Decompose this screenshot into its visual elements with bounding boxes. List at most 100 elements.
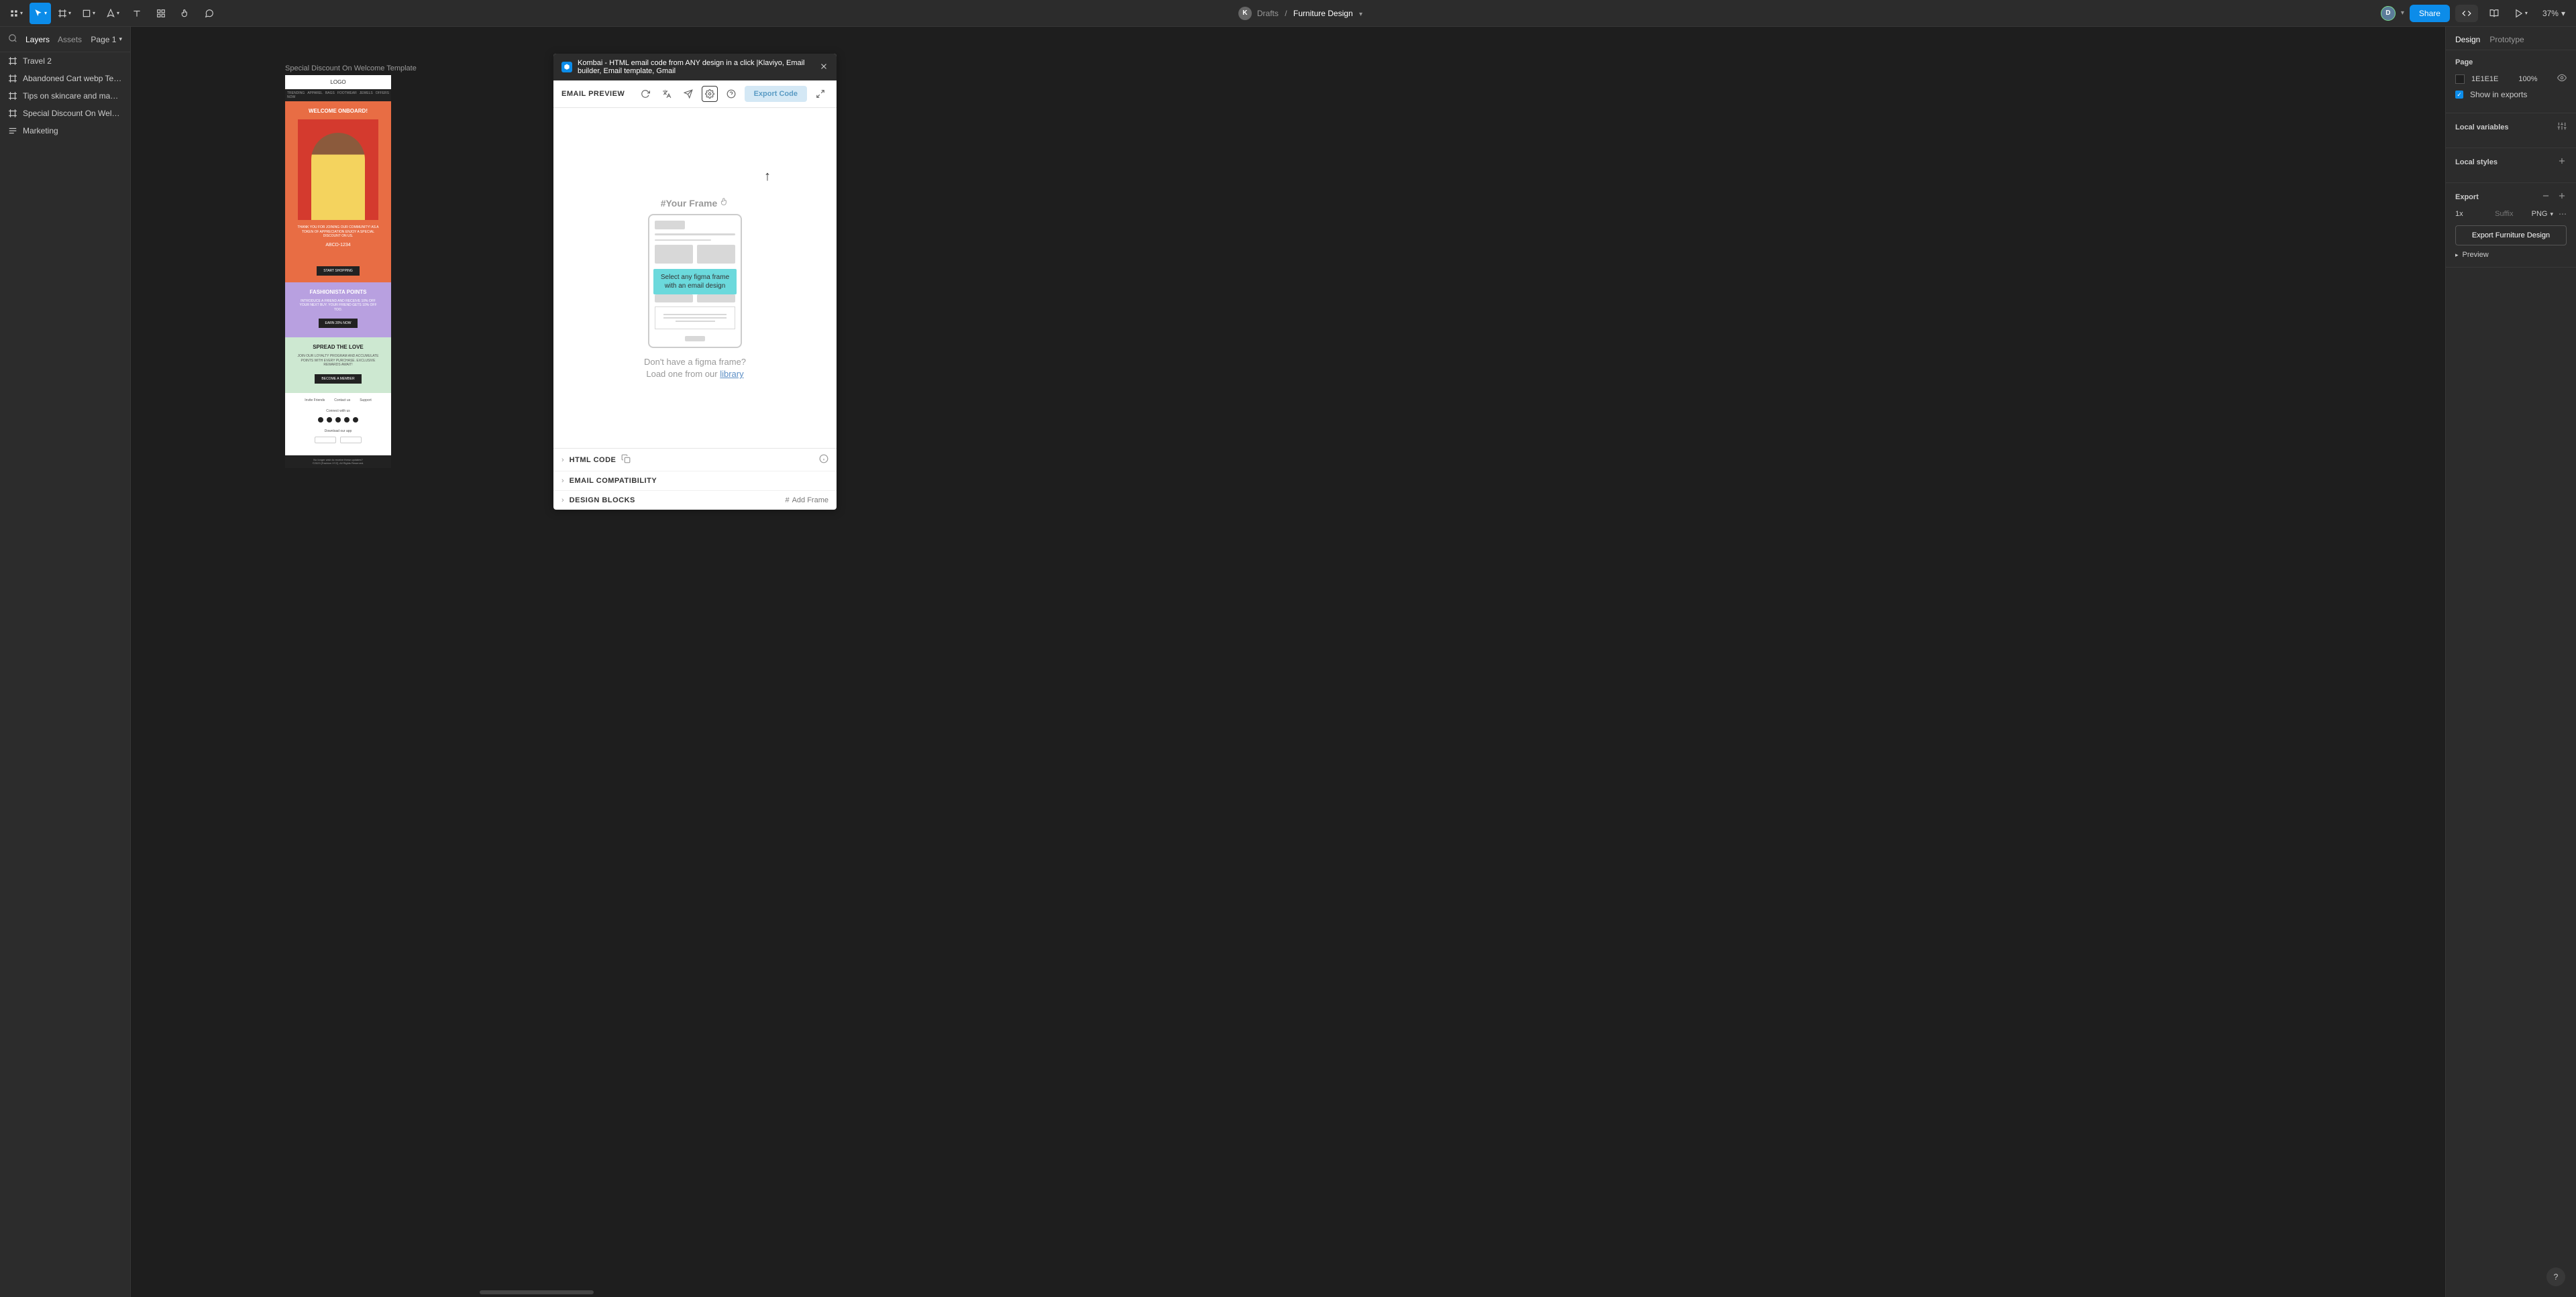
user-avatar-d[interactable]: D: [2381, 6, 2396, 21]
export-code-button[interactable]: Export Code: [745, 86, 807, 102]
show-exports-checkbox[interactable]: ✓: [2455, 91, 2463, 99]
design-blocks-section[interactable]: › DESIGN BLOCKS # Add Frame: [553, 491, 837, 510]
email-compat-section[interactable]: › EMAIL COMPATIBILITY: [553, 471, 837, 491]
breadcrumb-current[interactable]: Furniture Design: [1293, 9, 1353, 18]
color-swatch[interactable]: [2455, 74, 2465, 84]
devmode-button[interactable]: [2455, 5, 2478, 22]
hand-tool[interactable]: [174, 3, 196, 24]
plus-icon[interactable]: [2557, 191, 2567, 203]
frame-icon: [8, 56, 17, 66]
breadcrumb: Drafts / Furniture Design ▾: [1257, 9, 1362, 18]
layer-name: Tips on skincare and makeup 5: [23, 91, 122, 101]
plus-icon[interactable]: [2557, 156, 2567, 168]
tab-prototype[interactable]: Prototype: [2489, 35, 2524, 44]
export-format-select[interactable]: PNG ▾: [2532, 210, 2553, 218]
chevron-down-icon: ▾: [2561, 9, 2565, 18]
plugin-title: Kombai - HTML email code from ANY design…: [578, 59, 814, 75]
add-frame-button[interactable]: # Add Frame: [785, 496, 828, 504]
resources-tool[interactable]: [150, 3, 172, 24]
layer-item[interactable]: Travel 2: [0, 52, 130, 70]
layer-item[interactable]: Marketing: [0, 122, 130, 139]
minus-icon[interactable]: [2541, 191, 2551, 203]
color-value[interactable]: 1E1E1E: [2471, 75, 2498, 83]
help-icon[interactable]: [723, 86, 739, 102]
plugin-hint: Don't have a figma frame? Load one from …: [644, 356, 746, 380]
pen-tool[interactable]: ▾: [102, 3, 123, 24]
html-code-section[interactable]: › HTML CODE: [553, 449, 837, 471]
user-avatar-k[interactable]: K: [1238, 7, 1252, 20]
copy-icon[interactable]: [621, 454, 631, 465]
library-link[interactable]: library: [720, 369, 743, 379]
frame-label[interactable]: Special Discount On Welcome Template: [285, 64, 417, 72]
layer-name: Marketing: [23, 126, 58, 135]
shape-tool[interactable]: ▾: [78, 3, 99, 24]
breadcrumb-parent[interactable]: Drafts: [1257, 9, 1279, 18]
text-tool[interactable]: [126, 3, 148, 24]
connect-label: Connect with us: [290, 409, 386, 413]
more-icon[interactable]: ⋯: [2559, 209, 2567, 219]
chevron-down-icon: ▾: [119, 36, 122, 43]
chevron-right-icon: ›: [561, 456, 564, 464]
layer-item[interactable]: Special Discount On Welcome Te...: [0, 105, 130, 122]
hand-pointer-icon: [720, 192, 729, 211]
layer-item[interactable]: Abandoned Cart webp Template 5: [0, 70, 130, 87]
arrow-up-icon: ↑: [764, 169, 771, 184]
help-button[interactable]: ?: [2546, 1267, 2565, 1286]
library-button[interactable]: [2483, 3, 2505, 24]
avatar-chevron-icon[interactable]: ▾: [2401, 9, 2404, 17]
expand-icon[interactable]: [812, 86, 828, 102]
email-nav: TRENDING NOW APPAREL BAGS FOOTWEAR JEWEL…: [285, 89, 391, 101]
plugin-panel: ⬢ Kombai - HTML email code from ANY desi…: [553, 54, 837, 510]
right-panel: Design Prototype Page 1E1E1E 100% ✓ Show…: [2445, 27, 2576, 1297]
move-tool[interactable]: ▾: [30, 3, 51, 24]
frame-icon: [8, 74, 17, 83]
translate-icon[interactable]: [659, 86, 675, 102]
eye-icon[interactable]: [2557, 73, 2567, 84]
send-icon[interactable]: [680, 86, 696, 102]
export-scale[interactable]: 1x: [2455, 210, 2477, 218]
export-suffix-input[interactable]: Suffix: [2482, 210, 2526, 218]
show-exports-label: Show in exports: [2470, 90, 2527, 99]
shop-button: START SHOPPING: [317, 266, 360, 276]
share-button[interactable]: Share: [2410, 5, 2450, 22]
settings-icon[interactable]: [2557, 121, 2567, 133]
copyright-bar: No longer wish to receive these updates?…: [285, 455, 391, 468]
canvas[interactable]: Special Discount On Welcome Template LOG…: [131, 27, 2445, 1297]
store-badges: [290, 437, 386, 443]
chevron-right-icon: ▸: [2455, 251, 2459, 259]
layer-item[interactable]: Tips on skincare and makeup 5: [0, 87, 130, 105]
email-logo: LOGO: [285, 75, 391, 89]
email-frame[interactable]: LOGO TRENDING NOW APPAREL BAGS FOOTWEAR …: [285, 75, 391, 468]
wireframe-placeholder: Select any figma frame with an email des…: [648, 214, 742, 348]
horizontal-scrollbar[interactable]: [480, 1290, 594, 1294]
hero-text: THANK YOU FOR JOINING OUR COMMUNITY! AS …: [290, 225, 386, 239]
frame-icon: [8, 91, 17, 101]
frame-tool[interactable]: ▾: [54, 3, 75, 24]
tab-layers[interactable]: Layers: [25, 35, 50, 44]
chevron-right-icon: ›: [561, 496, 564, 504]
export-button[interactable]: Export Furniture Design: [2455, 225, 2567, 245]
opacity-value[interactable]: 100%: [2518, 75, 2537, 83]
chevron-down-icon[interactable]: ▾: [1359, 11, 1362, 18]
tab-design[interactable]: Design: [2455, 35, 2480, 44]
refresh-icon[interactable]: [637, 86, 653, 102]
comment-tool[interactable]: [199, 3, 220, 24]
settings-icon[interactable]: [702, 86, 718, 102]
preview-toggle[interactable]: ▸ Preview: [2455, 251, 2567, 259]
page-selector[interactable]: Page 1 ▾: [91, 35, 122, 44]
points-text: INTRODUCE A FRIEND AND RECEIVE 10% OFF Y…: [290, 299, 386, 313]
layer-name: Abandoned Cart webp Template 5: [23, 74, 122, 83]
local-vars-title: Local variables: [2455, 123, 2509, 131]
search-icon[interactable]: [8, 34, 17, 45]
chevron-down-icon: ▾: [2550, 211, 2553, 218]
layer-name: Travel 2: [23, 56, 52, 66]
tab-assets[interactable]: Assets: [58, 35, 82, 44]
plugin-header[interactable]: ⬢ Kombai - HTML email code from ANY desi…: [553, 54, 837, 80]
close-icon[interactable]: [819, 62, 828, 73]
info-icon[interactable]: [819, 454, 828, 465]
zoom-control[interactable]: 37% ▾: [2537, 9, 2571, 18]
figma-menu[interactable]: ▾: [5, 3, 27, 24]
top-toolbar: ▾ ▾ ▾ ▾ ▾: [0, 0, 2576, 27]
local-styles-title: Local styles: [2455, 158, 2498, 166]
present-button[interactable]: ▾: [2510, 3, 2532, 24]
